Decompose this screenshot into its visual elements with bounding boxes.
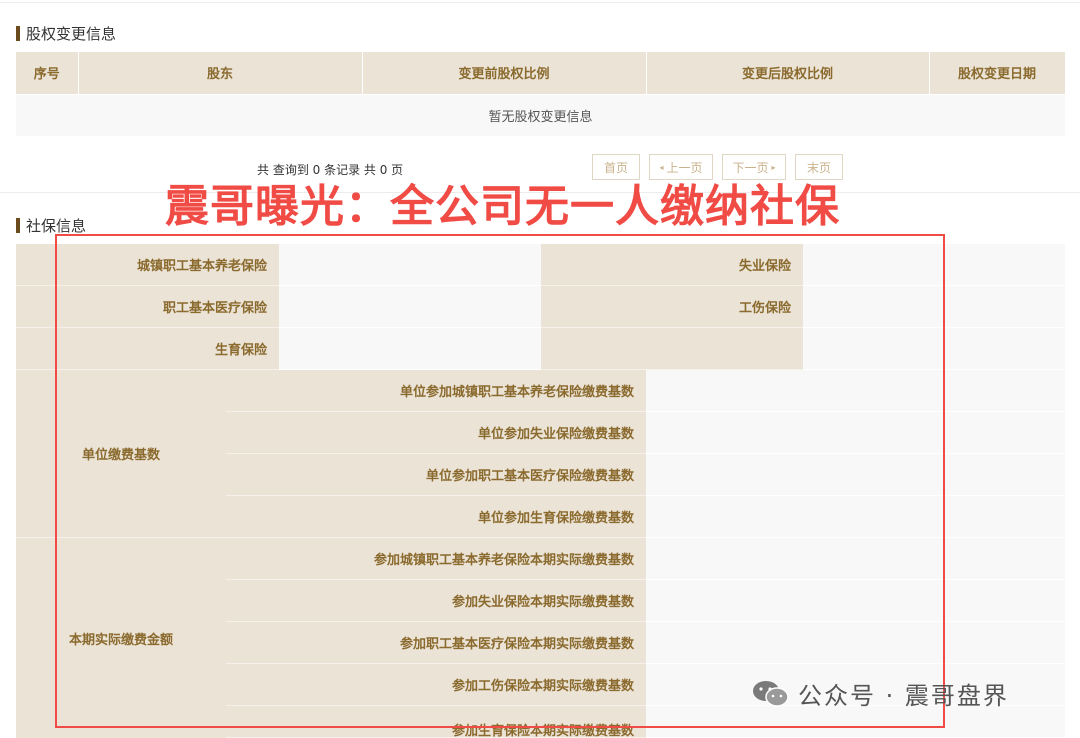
overlay-caption: 震哥曝光：全公司无一人缴纳社保 — [165, 181, 840, 232]
group-actual-amount: 本期实际缴费金额 — [16, 538, 226, 738]
group-unit-base: 单位缴费基数 — [16, 370, 226, 538]
value-unit-pension-base — [646, 370, 1065, 412]
value-injury — [803, 286, 1065, 328]
top-divider — [0, 0, 1080, 3]
value-unit-medical-base — [646, 454, 1065, 496]
col-header-index: 序号 — [16, 52, 79, 94]
label-actual-unemployment: 参加失业保险本期实际缴费基数 — [226, 580, 646, 622]
col-header-shareholder: 股东 — [78, 52, 363, 94]
col-header-change-date: 股权变更日期 — [929, 52, 1066, 94]
empty-message: 暂无股权变更信息 — [16, 93, 1065, 136]
label-injury: 工伤保险 — [541, 286, 803, 328]
col-header-before-ratio: 变更前股权比例 — [362, 52, 647, 94]
label-empty — [541, 328, 803, 370]
label-actual-medical: 参加职工基本医疗保险本期实际缴费基数 — [226, 622, 646, 664]
col-header-after-ratio: 变更后股权比例 — [646, 52, 930, 94]
watermark: 公众号 · 震哥盘界 — [752, 676, 1009, 711]
value-unit-maternity-base — [646, 496, 1065, 538]
label-unit-pension-base: 单位参加城镇职工基本养老保险缴费基数 — [226, 370, 646, 412]
label-maternity: 生育保险 — [16, 328, 279, 370]
label-actual-injury: 参加工伤保险本期实际缴费基数 — [226, 664, 646, 706]
label-unemployment: 失业保险 — [541, 244, 803, 286]
value-empty — [803, 328, 1065, 370]
label-unit-medical-base: 单位参加职工基本医疗保险缴费基数 — [226, 454, 646, 496]
title-bar-icon — [16, 26, 20, 41]
equity-empty-row: 暂无股权变更信息 — [16, 93, 1065, 136]
equity-section-title: 股权变更信息 — [16, 23, 116, 44]
label-unit-maternity-base: 单位参加生育保险缴费基数 — [226, 496, 646, 538]
value-actual-unemployment — [646, 580, 1065, 622]
title-bar-icon — [16, 218, 20, 233]
label-medical: 职工基本医疗保险 — [16, 286, 279, 328]
label-pension: 城镇职工基本养老保险 — [16, 244, 279, 286]
wechat-icon — [752, 679, 790, 709]
social-section-title: 社保信息 — [16, 215, 86, 236]
equity-title-text: 股权变更信息 — [26, 25, 117, 43]
social-title-text: 社保信息 — [26, 217, 87, 235]
watermark-text: 公众号 · 震哥盘界 — [798, 682, 1009, 710]
equity-table: 序号 股东 变更前股权比例 变更后股权比例 股权变更日期 暂无股权变更信息 — [16, 52, 1066, 136]
value-pension — [279, 244, 541, 286]
equity-header-row: 序号 股东 变更前股权比例 变更后股权比例 股权变更日期 — [16, 52, 1066, 94]
label-actual-maternity: 参加生育保险本期实际缴费基数 — [226, 706, 646, 738]
label-actual-pension: 参加城镇职工基本养老保险本期实际缴费基数 — [226, 538, 646, 580]
value-unit-unemployment-base — [646, 412, 1065, 454]
value-maternity — [279, 328, 541, 370]
value-medical — [279, 286, 541, 328]
value-actual-medical — [646, 622, 1065, 664]
value-unemployment — [803, 244, 1065, 286]
value-actual-pension — [646, 538, 1065, 580]
label-unit-unemployment-base: 单位参加失业保险缴费基数 — [226, 412, 646, 454]
